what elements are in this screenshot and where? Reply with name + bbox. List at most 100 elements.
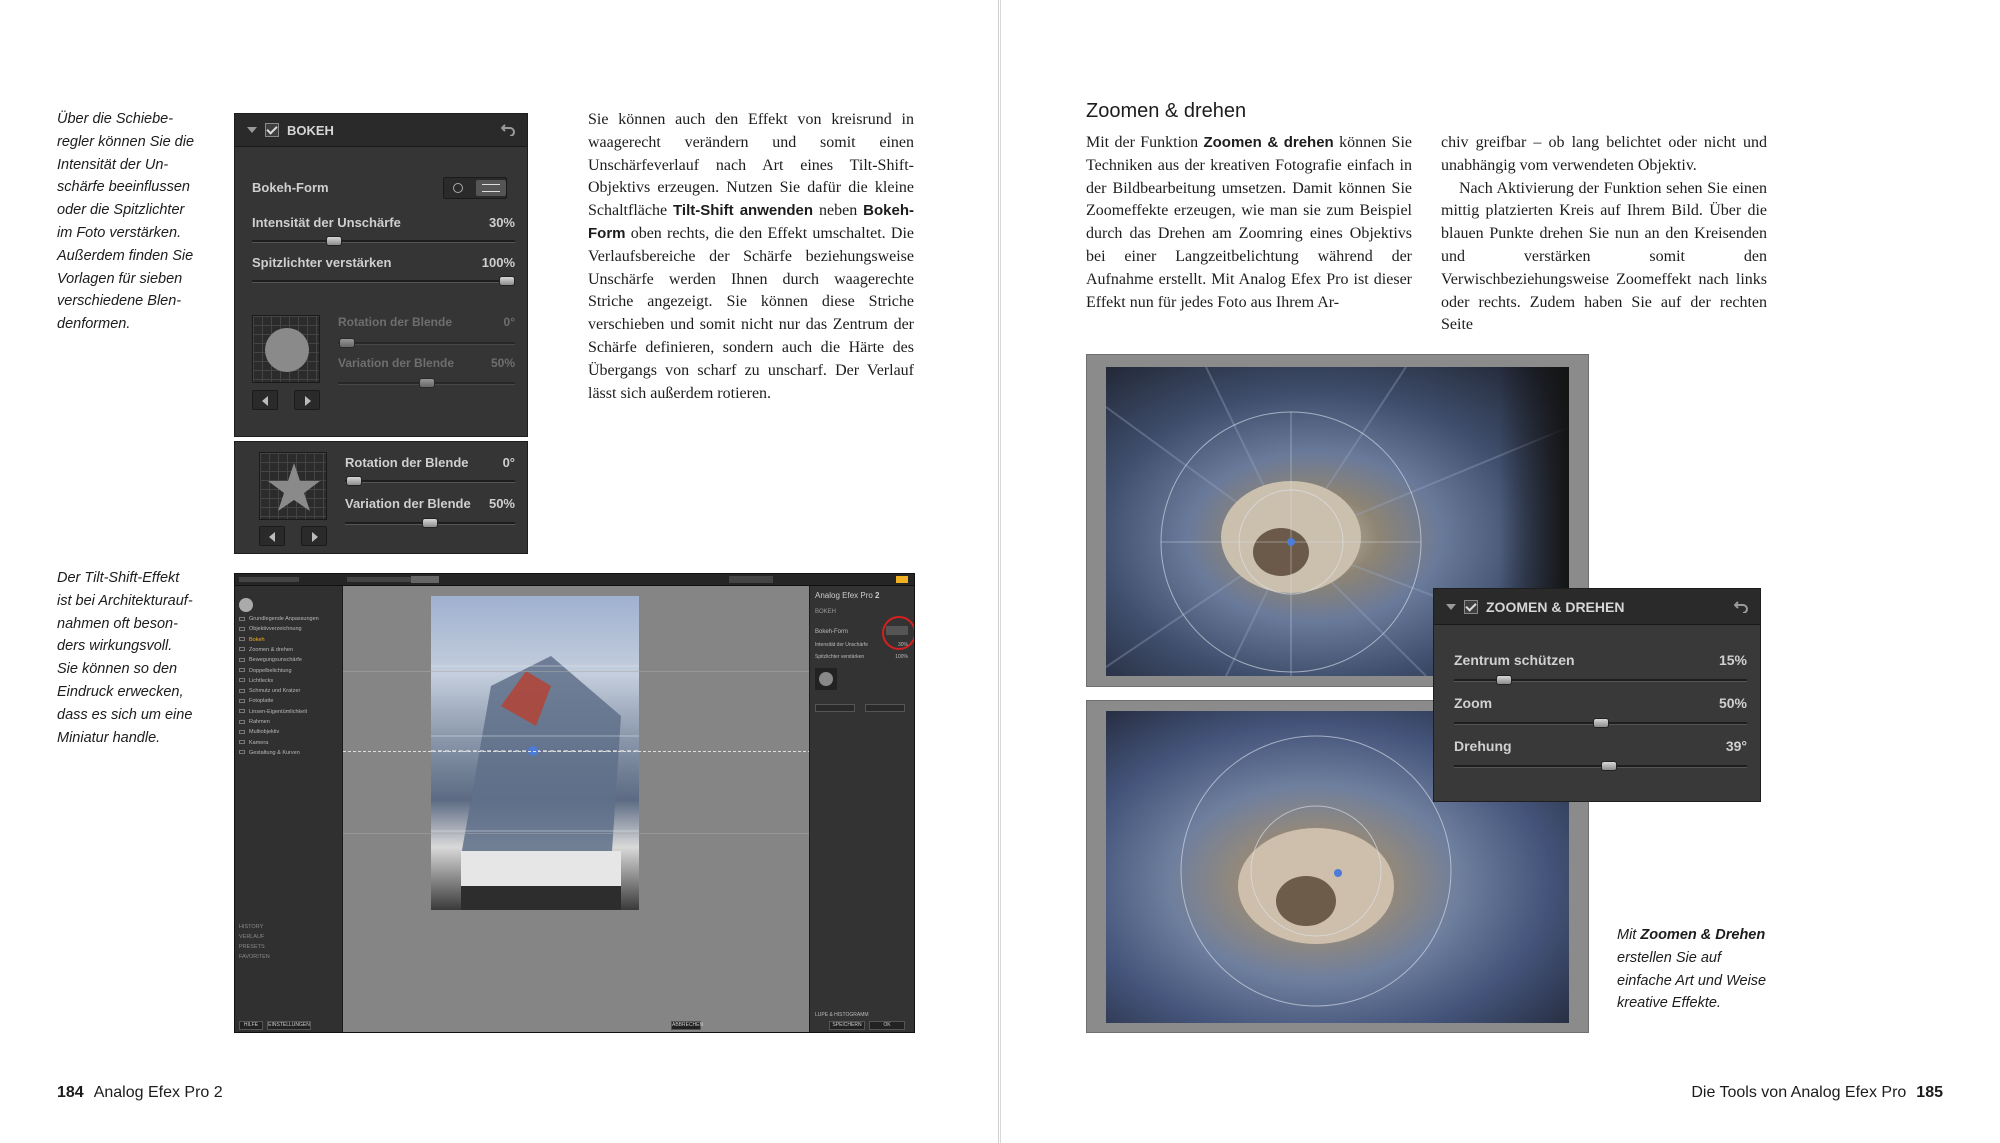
section-heading: Zoomen & drehen [1086,100,1247,122]
rotate-slider[interactable] [1454,761,1747,771]
app-sidebar-item[interactable]: Gestaltung & Kurven [239,750,300,756]
variation-slider-knob[interactable] [418,378,435,388]
zoom-slider-knob[interactable] [1592,718,1609,728]
bokeh-shape-row: Bokeh-Form [252,180,442,195]
app-sidebar-item[interactable]: Rahmen [239,719,270,725]
caption-zoom: Mit Zoomen & Drehen erstellen Sie auf ei… [1617,924,1767,1015]
intensity-slider[interactable] [252,236,515,246]
app-section-bokeh[interactable]: BOKEH [815,609,836,615]
rotate-handle[interactable] [1334,869,1342,877]
protect-slider[interactable] [1454,675,1747,685]
zoom-panel-header[interactable]: ZOOMEN & DREHEN [1434,589,1760,625]
prev-shape-button[interactable] [252,390,278,410]
bokeh-panel-title: BOKEH [287,122,334,138]
app-save-button[interactable]: SPEICHERN [829,1021,865,1030]
circle-shape-icon[interactable] [453,183,463,193]
filter-icon [239,678,245,683]
body-text-left: Sie können auch den Effekt von kreisrund… [588,109,914,405]
bokeh-shape-preview[interactable] [252,315,320,383]
star-rotation-slider[interactable] [345,476,515,486]
building-photo[interactable] [431,596,639,910]
reset-icon[interactable] [501,124,515,136]
col1-p2: können Sie Techniken aus der kreativen F… [1086,134,1412,311]
app-cancel-button[interactable]: ABBRECHEN [671,1021,703,1030]
zoom-slider[interactable] [1454,718,1747,728]
zoom-collapse-icon[interactable] [1446,603,1456,610]
star-variation-knob[interactable] [422,518,438,528]
caption-bokeh-line: oder die Spitzlichter [57,202,185,219]
app-toolbar [235,574,914,586]
variation-label: Variation der Blende [338,356,455,370]
app-sidebar-item-label: Grundlegende Anpassungen [249,616,319,622]
highlights-label: Spitzlichter verstärken [252,255,392,270]
caption-bokeh: Über die Schiebe-regler können Sie die In… [57,108,207,336]
rotation-slider[interactable] [338,338,515,348]
app-sidebar-item-label: Kamera [249,739,269,746]
tilt-shift-button[interactable] [476,180,506,196]
app-sidebar-item[interactable]: Multiobjektiv [239,729,279,735]
caption-bokeh-line: regler können Sie die [57,133,195,150]
protect-slider-knob[interactable] [1496,675,1513,685]
app-sidebar-item-label: Rahmen [249,719,270,725]
app-sidebar-section[interactable]: HISTORY [239,924,263,930]
filter-icon [239,750,245,755]
folio-left: 184 Analog Efex Pro 2 [57,1084,223,1102]
star-rotation-label: Rotation der Blende [345,455,469,470]
caption-tiltshift-line: ist bei Architekturauf- [57,592,193,609]
app-sidebar-section[interactable]: PRESETS [239,944,265,950]
intensity-value: 30% [488,215,515,230]
app-sidebar-item-label: Bokeh [249,636,265,643]
app-shape-preview[interactable] [815,668,837,690]
app-sidebar-item[interactable]: Kamera [239,740,268,746]
highlights-slider[interactable] [252,276,516,286]
app-help-button[interactable]: HILFE [239,1021,263,1030]
filter-icon [239,698,245,703]
star-rotation-knob[interactable] [345,476,362,486]
app-sidebar-item[interactable]: Linsen-Eigentümlichkeit [239,709,307,715]
building-illustration [431,656,639,910]
app-sidebar-section[interactable]: VERLAUF [239,934,264,940]
app-loupe-label[interactable]: LUPE & HISTOGRAMM [815,1012,869,1018]
app-sidebar-item[interactable]: Bokeh [239,637,265,643]
rotate-slider-knob[interactable] [1600,761,1617,771]
bokeh-panel-header[interactable]: BOKEH [235,114,527,147]
bokeh-shape-toggle[interactable] [443,177,507,199]
star-next-button[interactable] [301,526,327,546]
app-sidebar-item[interactable]: Bewegungsunschärfe [239,657,302,663]
next-shape-button[interactable] [294,390,320,410]
star-variation-slider[interactable] [345,518,515,528]
enable-checkbox[interactable] [265,123,279,137]
zoom-center-handle[interactable] [1287,538,1295,546]
app-sidebar-section[interactable]: FAVORITEN [239,954,270,960]
col1-p1: Mit der Funktion [1086,134,1204,151]
app-sidebar-item[interactable]: Grundlegende Anpassungen [239,616,319,622]
app-sidebar-item[interactable]: Doppelbelichtung [239,668,292,674]
app-sidebar-item[interactable]: Fotoplatte [239,698,273,704]
app-sidebar-item[interactable]: Objektivverzeichnung [239,626,302,632]
bokeh-shape-label: Bokeh-Form [252,180,329,195]
col2-p2: Nach Aktivierung der Funktion sehen Sie … [1441,179,1767,334]
highlights-slider-knob[interactable] [499,276,516,286]
app-sidebar-item[interactable]: Lichtlecks [239,678,273,684]
filter-icon [239,668,245,673]
bokeh-panel: BOKEH Bokeh-Form Intensität der Unschärf… [234,113,528,437]
app-canvas[interactable] [343,586,811,1032]
rotation-slider-knob[interactable] [338,338,355,348]
highlights-value: 100% [481,255,515,270]
app-settings-button[interactable]: EINSTELLUNGEN [267,1021,311,1030]
app-sidebar-item[interactable]: Schmutz und Kratzer [239,688,300,694]
intensity-slider-knob[interactable] [326,236,343,246]
app-intensity-label: Intensität der Unschärfe [815,642,869,648]
star-prev-button[interactable] [259,526,285,546]
filter-icon [239,647,245,652]
app-ok-button[interactable]: OK [869,1021,905,1030]
zoom-enable-checkbox[interactable] [1464,599,1478,614]
star-shape-preview[interactable] [259,452,327,520]
folio-right: Die Tools von Analog Efex Pro 185 [1691,1084,1943,1102]
zoom-reset-icon[interactable] [1734,600,1748,613]
app-sidebar-item[interactable]: Zoomen & drehen [239,647,293,653]
collapse-icon[interactable] [247,127,257,133]
zoom-value: 50% [1718,695,1747,711]
variation-slider[interactable] [338,378,515,388]
filter-icon [239,626,245,631]
